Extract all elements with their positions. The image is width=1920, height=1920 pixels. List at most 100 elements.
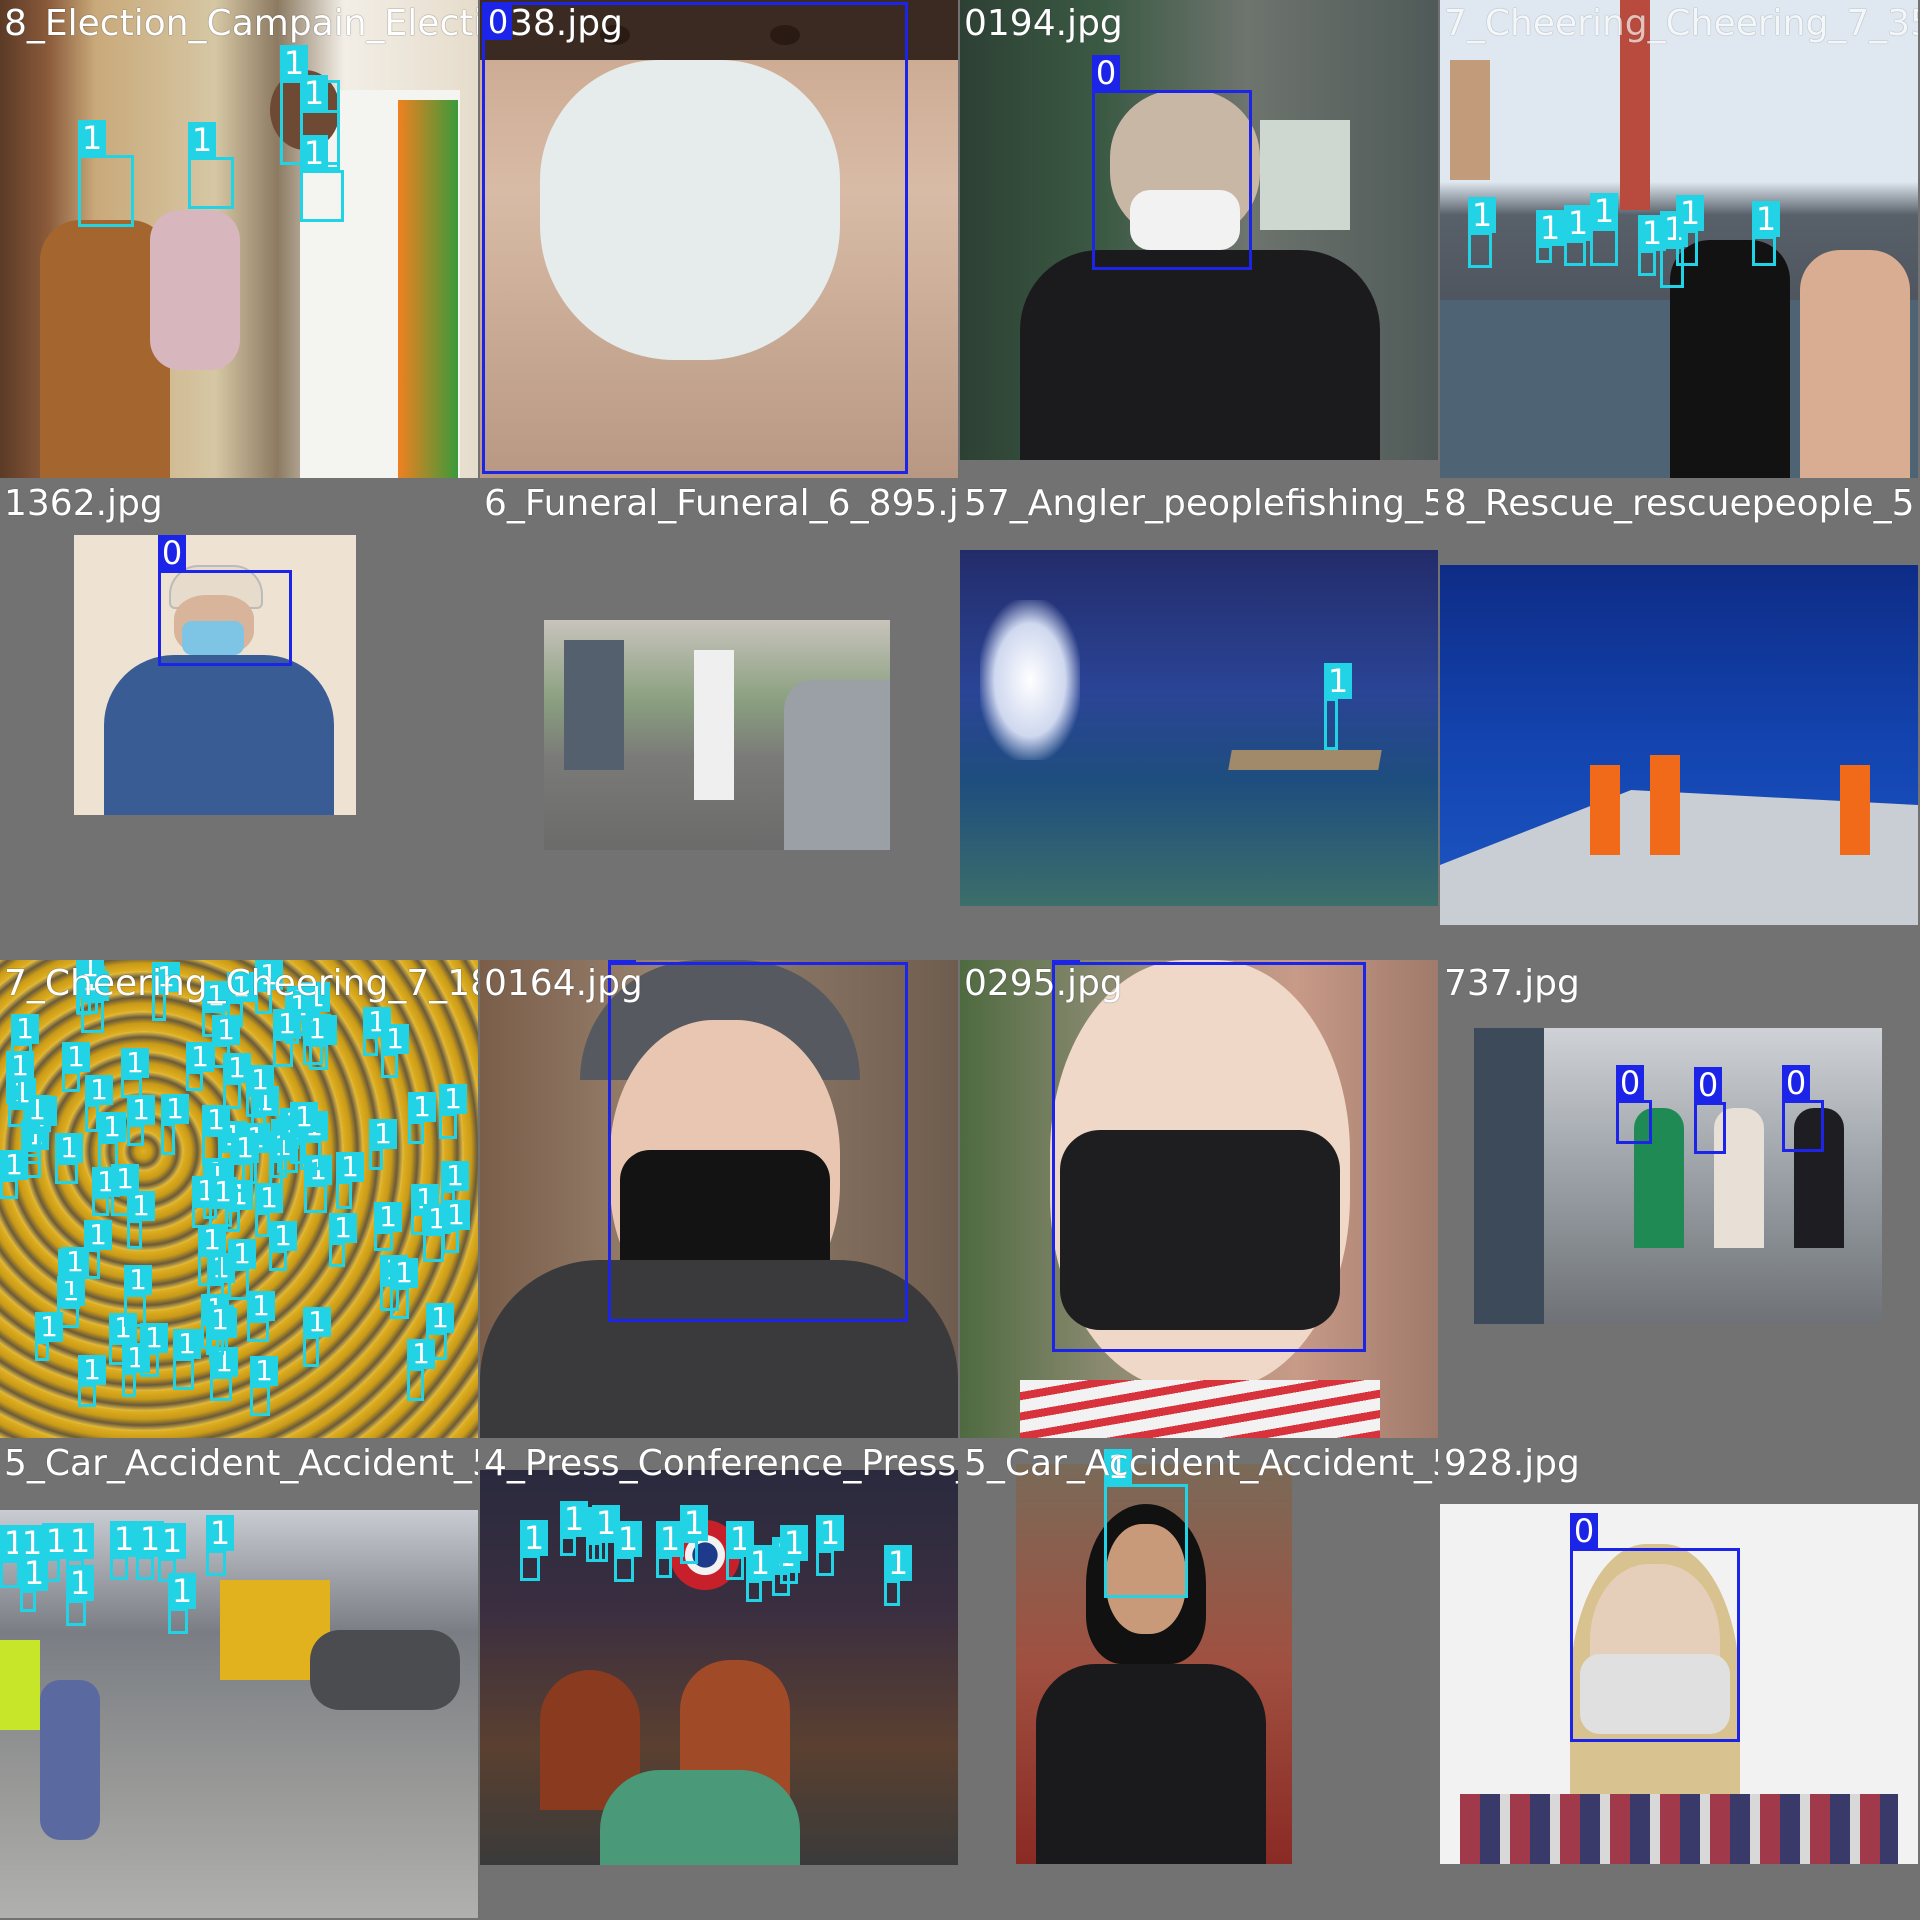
tile-filename: 928.jpg — [1444, 1443, 1580, 1484]
tile-image — [1474, 1028, 1882, 1324]
tile-image — [544, 620, 890, 850]
detection-box: 1 — [202, 1105, 230, 1166]
detection-box: 1 — [300, 75, 340, 170]
box-label: 1 — [127, 1095, 155, 1125]
detection-box: 1 — [61, 1247, 89, 1309]
tile-filename: 57_Angler_peoplefishing_57_548.jpg — [964, 483, 1438, 524]
detection-box: 1 — [247, 1291, 275, 1342]
detection-box: 1 — [329, 1213, 357, 1267]
box-label: 1 — [1468, 197, 1496, 233]
tile-11[interactable]: 0 0295.jpg — [960, 960, 1438, 1438]
detection-box: 1 — [173, 1329, 201, 1390]
detection-box: 1 — [1324, 663, 1352, 750]
box-label: 1 — [61, 1247, 89, 1277]
detection-box: 0 — [1616, 1065, 1652, 1144]
detection-box: 1 — [614, 1521, 642, 1582]
detection-box: 1 — [304, 1155, 332, 1213]
detection-box: 1 — [273, 1009, 301, 1067]
box-label: 1 — [680, 1505, 708, 1541]
box-label: 0 — [1570, 1513, 1598, 1549]
tile-10[interactable]: 0 0164.jpg — [480, 960, 958, 1438]
detection-box: 1 — [381, 1024, 409, 1078]
detection-box: 1 — [1468, 197, 1496, 268]
detection-box: 1 — [303, 1307, 331, 1367]
tile-filename: 7_Cheering_Cheering_7_180.jpg — [4, 963, 478, 1004]
detection-box: 1 — [198, 1225, 226, 1286]
detection-box: 1 — [369, 1119, 397, 1170]
mosaic-grid: 1 1 1 1 1 8_Election_Campain_Election_Ca… — [0, 0, 1920, 1920]
tile-13[interactable]: 1 1 1 1 1 1 1 1 1 1 1 5_Car_Accident_Acc… — [0, 1440, 478, 1918]
box-label: 1 — [884, 1545, 912, 1581]
detection-box: 1 — [255, 1183, 283, 1237]
detection-box: 1 — [140, 1323, 168, 1377]
box-label: 1 — [426, 1303, 454, 1333]
box-label: 1 — [186, 1042, 214, 1072]
detection-box: 1 — [884, 1545, 912, 1606]
detection-box: 0 — [158, 535, 292, 666]
detection-box: 1 — [1104, 1449, 1188, 1598]
detection-box: 0 — [1782, 1065, 1824, 1152]
detection-box: 1 — [592, 1505, 620, 1562]
detection-box: 1 — [408, 1092, 436, 1144]
detection-box: 1 — [35, 1312, 63, 1361]
tile-4[interactable]: 1 1 1 1 1 1 1 1 7_Cheering_Cheering_7_35 — [1440, 0, 1918, 478]
box-label: 1 — [228, 1239, 256, 1269]
detection-box: 1 — [300, 135, 344, 222]
box-label: 1 — [1752, 201, 1780, 237]
box-label: 1 — [158, 1523, 186, 1559]
detection-box: 1 — [407, 1339, 435, 1401]
detection-box: 1 — [55, 1133, 83, 1184]
detection-box: 0 — [1694, 1067, 1726, 1154]
box-label: 1 — [303, 1307, 331, 1337]
tile-6[interactable]: 6_Funeral_Funeral_6_895.jpg — [480, 480, 958, 958]
detection-box: 0 — [1570, 1513, 1740, 1742]
detection-box: 0 — [1052, 960, 1366, 1352]
box-label: 1 — [202, 1105, 230, 1135]
box-label: 1 — [35, 1312, 63, 1342]
detection-box: 1 — [168, 1573, 196, 1634]
box-label: 1 — [441, 1161, 469, 1191]
tile-2[interactable]: 0 38.jpg — [480, 0, 958, 478]
box-label: 1 — [816, 1515, 844, 1551]
detection-box: 1 — [1752, 201, 1780, 266]
box-label: 1 — [62, 1042, 90, 1072]
box-label: 1 — [231, 1133, 259, 1163]
box-label: 1 — [78, 120, 106, 156]
detection-box: 1 — [780, 1525, 808, 1584]
tile-filename: 8_Election_Campain_Election_Campaign_8_3 — [4, 3, 478, 44]
box-label: 1 — [255, 1183, 283, 1213]
tile-filename: 38.jpg — [510, 3, 623, 44]
tile-3[interactable]: 0 0194.jpg — [960, 0, 1438, 478]
box-label: 1 — [140, 1323, 168, 1353]
detection-box: 1 — [442, 1200, 470, 1253]
detection-box: 0 — [608, 960, 908, 1322]
tile-12[interactable]: 0 0 0 737.jpg — [1440, 960, 1918, 1438]
detection-box: 1 — [423, 1204, 451, 1262]
box-label: 1 — [66, 1523, 94, 1559]
tile-7[interactable]: 1 57_Angler_peoplefishing_57_548.jpg — [960, 480, 1438, 958]
tile-9[interactable]: 1111111111111111111111111111111111111111… — [0, 960, 478, 1438]
detection-box: 1 — [8, 1078, 36, 1127]
tile-8[interactable]: 8_Rescue_rescuepeople_5 — [1440, 480, 1918, 958]
detection-box: 1 — [78, 1355, 106, 1407]
box-label: 1 — [336, 1152, 364, 1182]
box-label: 0 — [1616, 1065, 1644, 1101]
tile-16[interactable]: 0 928.jpg — [1440, 1440, 1918, 1918]
box-label: 1 — [127, 1191, 155, 1221]
box-label: 1 — [111, 1164, 139, 1194]
detection-box: 1 — [303, 1014, 331, 1065]
tile-5[interactable]: 0 1362.jpg — [0, 480, 478, 958]
detection-box: 0 — [482, 2, 908, 474]
detection-box: 1 — [680, 1505, 708, 1564]
detection-box: 1 — [206, 1515, 234, 1576]
tile-filename: 1362.jpg — [4, 483, 163, 524]
tile-filename: 5_Car_Accident_Accident_5_58 — [964, 1443, 1438, 1484]
detection-box: 1 — [161, 1094, 189, 1155]
tile-15[interactable]: 1 5_Car_Accident_Accident_5_58 — [960, 1440, 1438, 1918]
detection-box: 1 — [746, 1545, 774, 1602]
tile-1[interactable]: 1 1 1 1 1 8_Election_Campain_Election_Ca… — [0, 0, 478, 478]
box-label: 1 — [55, 1133, 83, 1163]
tile-14[interactable]: 1 1 1 1 1 1 1 1 1 1 1 1 1 4_Press_Confer… — [480, 1440, 958, 1918]
box-label: 1 — [0, 1150, 28, 1180]
tile-filename: 7_Cheering_Cheering_7_35 — [1444, 3, 1918, 44]
